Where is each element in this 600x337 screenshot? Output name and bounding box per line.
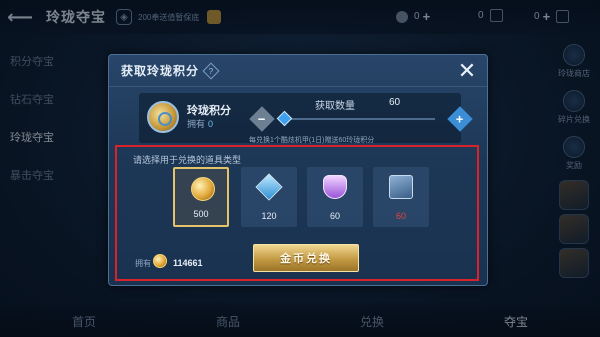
quantity-slider[interactable] <box>285 118 435 120</box>
increase-button[interactable]: + <box>447 106 473 132</box>
voucher-card-icon <box>389 175 413 199</box>
quantity-value: 60 <box>389 97 401 108</box>
exchange-note: 每兑换1个酷炫机甲(1日)赠送60玲珑积分 <box>249 137 375 144</box>
option-value: 60 <box>329 211 340 221</box>
slider-handle[interactable] <box>276 110 293 127</box>
linglong-token-icon <box>147 101 179 133</box>
close-button[interactable]: ✕ <box>455 59 479 83</box>
gold-coin-icon <box>191 177 215 201</box>
balance-label: 拥有 <box>135 259 151 268</box>
option-value: 500 <box>193 209 209 219</box>
dialog-title: 获取玲珑积分 <box>121 64 200 78</box>
quantity-label: 获取数量 <box>315 101 355 112</box>
exchange-dialog: 获取玲珑积分 ? ✕ 玲珑积分 拥有 0 获取数量 60 − + 每兑换1个酷炫机… <box>108 54 488 286</box>
currency-selection-panel: 请选择用于兑换的道具类型 500 120 60 60 拥有 114661 金币兑… <box>115 145 479 281</box>
selection-prompt: 请选择用于兑换的道具类型 <box>133 155 242 165</box>
option-value: 120 <box>261 211 277 221</box>
balance-value: 114661 <box>173 258 203 268</box>
dialog-header: 获取玲珑积分 ? <box>109 55 487 87</box>
option-voucher[interactable]: 60 <box>373 167 429 227</box>
decrease-button[interactable]: − <box>249 106 275 132</box>
diamond-icon <box>255 173 283 201</box>
option-value: 60 <box>395 211 406 221</box>
owned-count: 拥有 0 <box>187 119 214 129</box>
option-gold-coin[interactable]: 500 <box>173 167 229 227</box>
option-diamond[interactable]: 120 <box>241 167 297 227</box>
gold-exchange-button[interactable]: 金币兑换 <box>253 244 359 272</box>
gold-coin-icon <box>153 254 167 268</box>
crystal-icon <box>323 175 347 199</box>
item-name: 玲珑积分 <box>187 105 231 117</box>
help-icon[interactable]: ? <box>202 62 220 79</box>
option-crystal[interactable]: 60 <box>307 167 363 227</box>
